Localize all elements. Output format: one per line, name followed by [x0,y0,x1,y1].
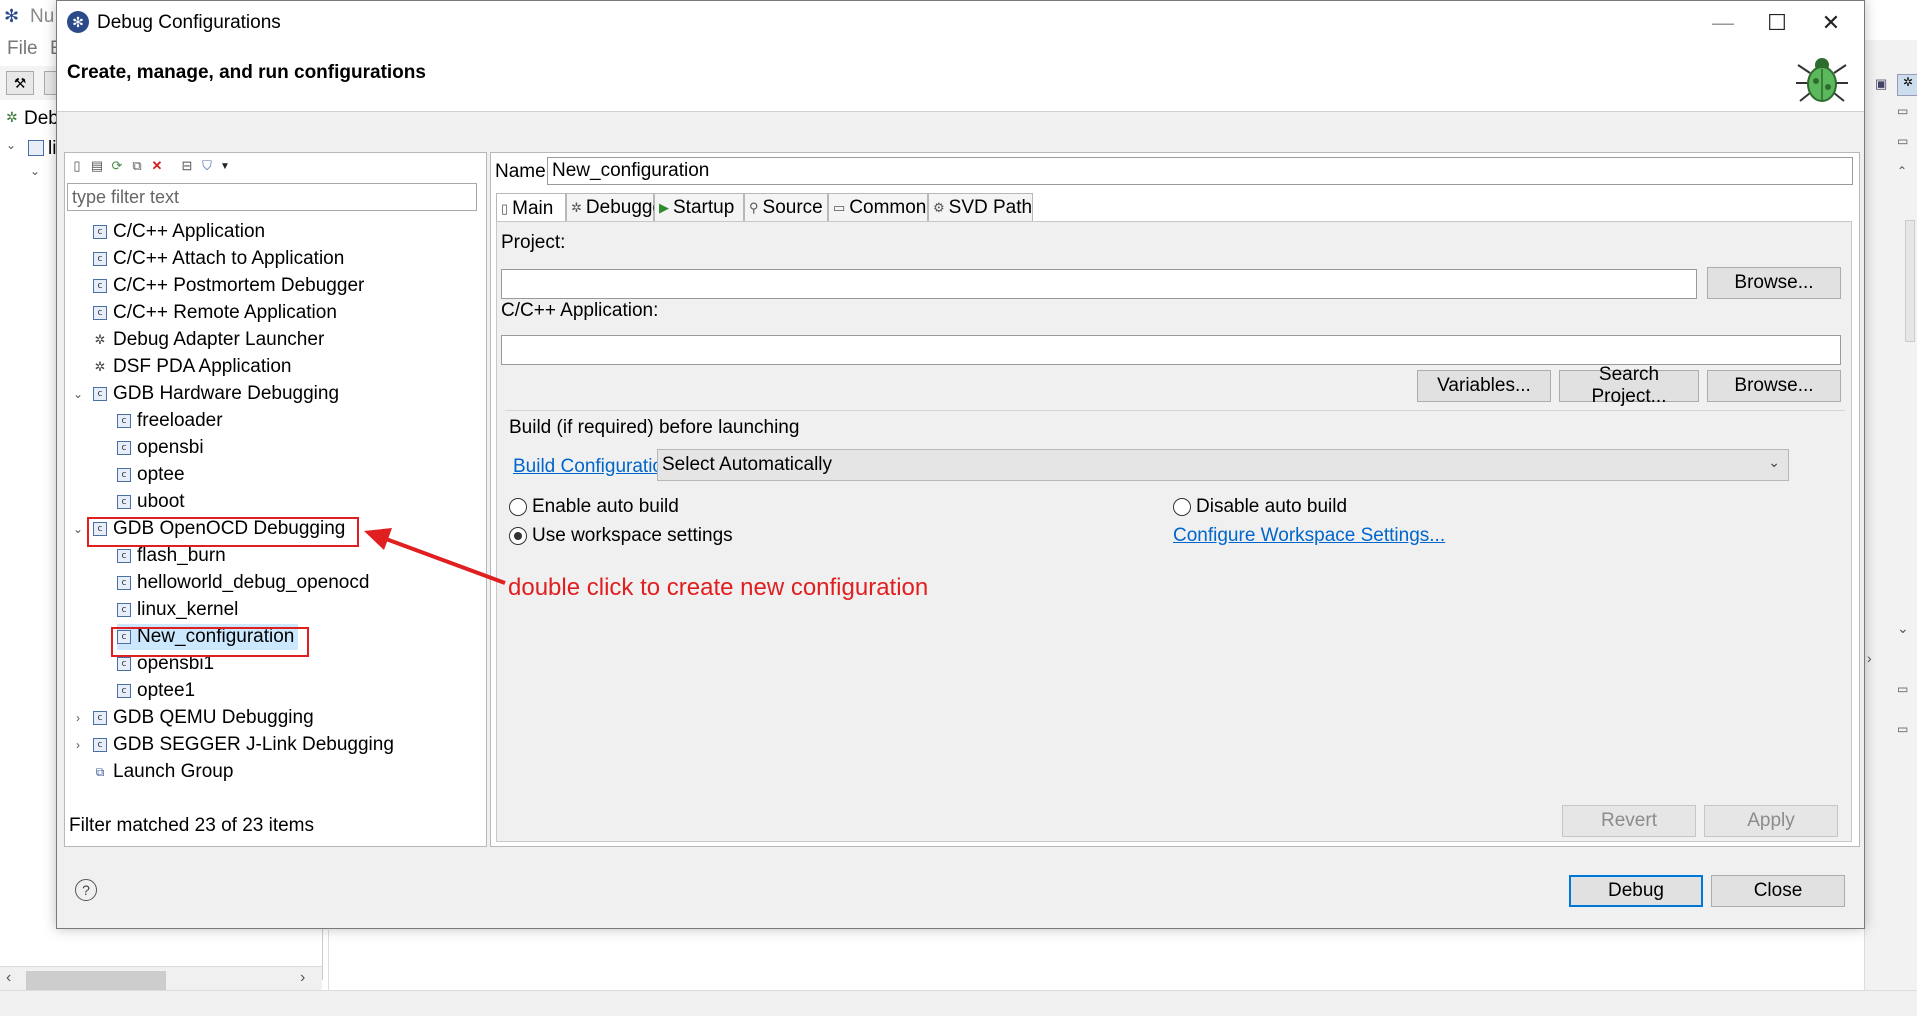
annotation-text: double click to create new configuration [508,574,929,601]
annotation-arrow [364,528,506,585]
